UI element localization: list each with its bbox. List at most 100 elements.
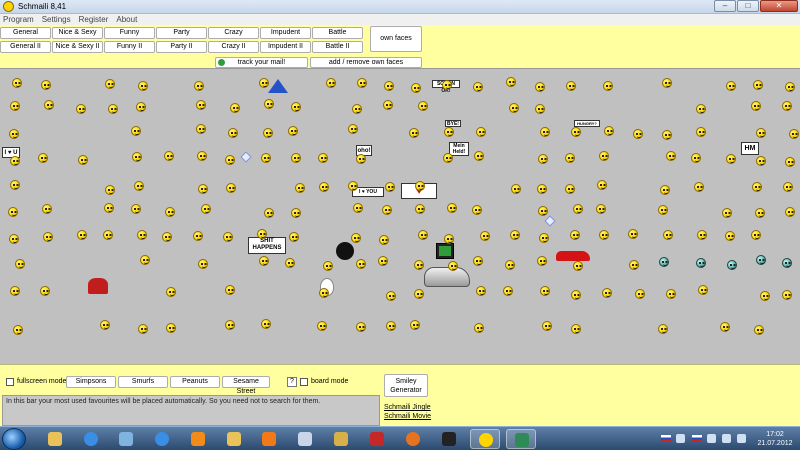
pack-peanuts-button[interactable]: Peanuts bbox=[170, 376, 220, 388]
smiley-icon[interactable] bbox=[472, 205, 482, 215]
smiley-icon[interactable] bbox=[571, 127, 581, 137]
taskbar-odnoklassniki[interactable] bbox=[183, 429, 213, 449]
smiley-icon[interactable] bbox=[196, 124, 206, 134]
smiley-icon[interactable] bbox=[9, 234, 19, 244]
smiley-icon[interactable] bbox=[698, 285, 708, 295]
category-battle-ii[interactable]: Battle II bbox=[312, 41, 363, 53]
language-flag-icon[interactable] bbox=[661, 435, 671, 442]
smiley-icon[interactable] bbox=[12, 78, 22, 88]
smiley-icon[interactable] bbox=[663, 230, 673, 240]
smiley-icon[interactable] bbox=[666, 151, 676, 161]
smiley-icon[interactable] bbox=[722, 208, 732, 218]
smiley-icon[interactable] bbox=[785, 157, 795, 167]
smiley-icon[interactable] bbox=[785, 82, 795, 92]
smiley-icon[interactable] bbox=[726, 154, 736, 164]
category-crazy-ii[interactable]: Crazy II bbox=[208, 41, 259, 53]
smiley-icon[interactable] bbox=[756, 128, 766, 138]
smiley-icon[interactable] bbox=[38, 153, 48, 163]
smiley-icon[interactable] bbox=[42, 204, 52, 214]
close-button[interactable]: ✕ bbox=[760, 0, 798, 12]
smiley-icon[interactable] bbox=[535, 104, 545, 114]
smiley-icon[interactable] bbox=[196, 100, 206, 110]
smiley-icon[interactable] bbox=[448, 261, 458, 271]
smiley-icon[interactable] bbox=[509, 103, 519, 113]
smiley-icon[interactable] bbox=[409, 128, 419, 138]
smiley-icon[interactable] bbox=[41, 80, 51, 90]
smiley-icon[interactable] bbox=[105, 185, 115, 195]
smiley-icon[interactable] bbox=[228, 128, 238, 138]
smiley-icon[interactable] bbox=[291, 153, 301, 163]
smiley-icon[interactable] bbox=[326, 78, 336, 88]
taskbar-media-player[interactable] bbox=[254, 429, 284, 449]
smiley-icon[interactable] bbox=[291, 102, 301, 112]
smiley-icon[interactable] bbox=[383, 100, 393, 110]
smiley-icon[interactable] bbox=[662, 78, 672, 88]
smiley-icon[interactable] bbox=[510, 230, 520, 240]
smiley-icon[interactable] bbox=[633, 129, 643, 139]
smiley-icon[interactable] bbox=[357, 78, 367, 88]
taskbar-folder[interactable] bbox=[219, 429, 249, 449]
maximize-button[interactable]: □ bbox=[737, 0, 759, 12]
sign-shit-happens[interactable]: SHIT HAPPENS bbox=[248, 237, 286, 254]
smiley-icon[interactable] bbox=[132, 152, 142, 162]
smiley-icon[interactable] bbox=[166, 287, 176, 297]
smiley-icon[interactable] bbox=[288, 126, 298, 136]
smiley-icon[interactable] bbox=[418, 230, 428, 240]
smiley-icon[interactable] bbox=[476, 127, 486, 137]
pack-sesame-street-button[interactable]: Sesame Street bbox=[222, 376, 270, 395]
pack-smurfs-button[interactable]: Smurfs bbox=[118, 376, 168, 388]
smiley-icon[interactable] bbox=[259, 256, 269, 266]
taskbar-filezilla[interactable] bbox=[362, 429, 392, 449]
favourites-bar[interactable]: In this bar your most used favourites wi… bbox=[2, 395, 380, 426]
taskbar-tool[interactable] bbox=[326, 429, 356, 449]
smiley-icon[interactable] bbox=[694, 182, 704, 192]
smiley-icon[interactable] bbox=[539, 233, 549, 243]
smiley-icon[interactable] bbox=[9, 129, 19, 139]
smiley-icon[interactable] bbox=[165, 207, 175, 217]
smiley-icon[interactable] bbox=[538, 206, 548, 216]
smiley-icon[interactable] bbox=[261, 319, 271, 329]
smiley-icon[interactable] bbox=[691, 153, 701, 163]
smiley-icon[interactable] bbox=[447, 203, 457, 213]
smiley-icon[interactable] bbox=[697, 230, 707, 240]
smiley-icon[interactable] bbox=[295, 183, 305, 193]
smiley-icon[interactable] bbox=[783, 182, 793, 192]
smiley-icon[interactable] bbox=[571, 324, 581, 334]
taskbar-schmaili[interactable] bbox=[470, 429, 500, 449]
help-button[interactable]: ? bbox=[287, 377, 297, 387]
smiley-icon[interactable] bbox=[257, 229, 267, 239]
smiley-icon[interactable] bbox=[658, 205, 668, 215]
smiley-icon[interactable] bbox=[660, 185, 670, 195]
smiley-icon[interactable] bbox=[537, 256, 547, 266]
smiley-icon[interactable] bbox=[230, 103, 240, 113]
red-car-smiley[interactable] bbox=[556, 251, 590, 261]
taskbar-calculator[interactable] bbox=[111, 429, 141, 449]
smiley-icon[interactable] bbox=[103, 230, 113, 240]
smiley-icon[interactable] bbox=[226, 183, 236, 193]
diamond-smiley[interactable] bbox=[240, 151, 252, 163]
sign-hungry[interactable]: HUNGRY? bbox=[574, 120, 600, 127]
smiley-icon[interactable] bbox=[727, 260, 737, 270]
track-mail-button[interactable]: track your mail! bbox=[215, 57, 308, 68]
smiley-icon[interactable] bbox=[505, 260, 515, 270]
smiley-icon[interactable] bbox=[351, 233, 361, 243]
category-general[interactable]: General bbox=[0, 27, 51, 39]
smiley-icon[interactable] bbox=[323, 261, 333, 271]
smiley-icon[interactable] bbox=[599, 230, 609, 240]
smiley-icon[interactable] bbox=[474, 151, 484, 161]
taskbar-paint[interactable] bbox=[290, 429, 320, 449]
smiley-icon[interactable] bbox=[658, 324, 668, 334]
smiley-icon[interactable] bbox=[597, 180, 607, 190]
tray-network-icon[interactable] bbox=[707, 434, 716, 443]
smiley-icon[interactable] bbox=[319, 288, 329, 298]
category-general-ii[interactable]: General II bbox=[0, 41, 51, 53]
smiley-icon[interactable] bbox=[474, 323, 484, 333]
smiley-icon[interactable] bbox=[8, 207, 18, 217]
smiley-icon[interactable] bbox=[602, 288, 612, 298]
category-impudent[interactable]: Impudent bbox=[260, 27, 311, 39]
smiley-icon[interactable] bbox=[635, 289, 645, 299]
smiley-icon[interactable] bbox=[443, 153, 453, 163]
smiley-icon[interactable] bbox=[573, 261, 583, 271]
smiley-icon[interactable] bbox=[356, 322, 366, 332]
smiley-icon[interactable] bbox=[76, 104, 86, 114]
